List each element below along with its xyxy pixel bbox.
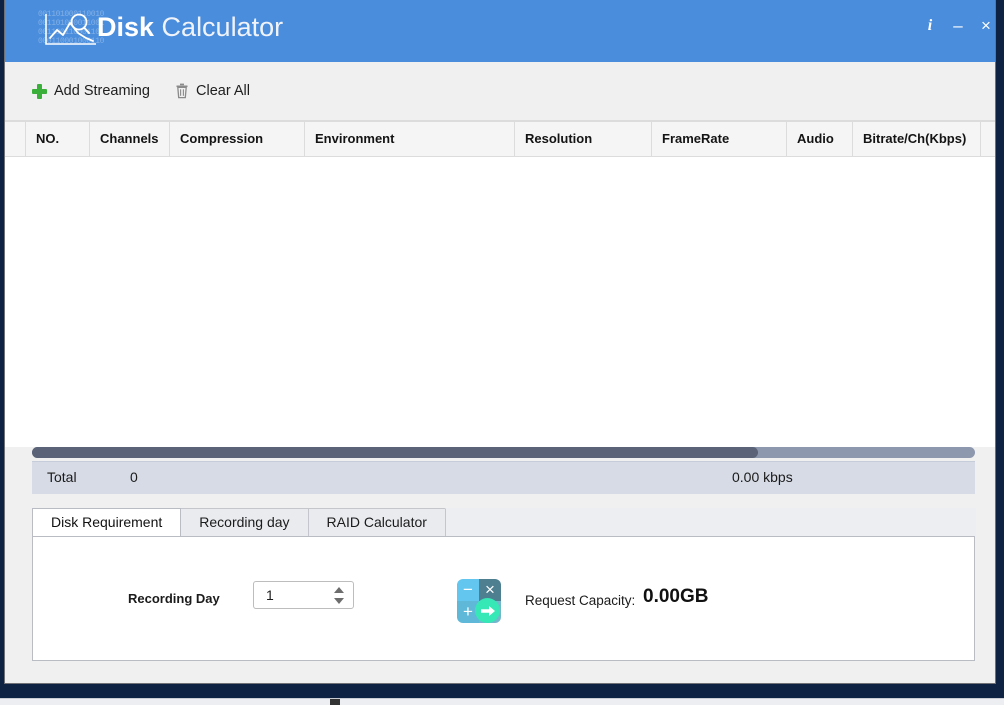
tab-list: Disk Requirement Recording day RAID Calcul… (32, 508, 976, 536)
calc-minus-key: − (457, 579, 479, 601)
close-button[interactable]: × (973, 14, 995, 38)
tab-bar: Disk Requirement Recording day RAID Calcul… (32, 508, 976, 536)
chart-magnifier-logo-icon: 00110100011001000 0011010000110010 00110… (38, 8, 104, 52)
spinner-up-icon[interactable] (334, 587, 344, 593)
info-button[interactable]: i (917, 14, 943, 38)
table-column-header[interactable]: Compression (170, 122, 305, 156)
title-bar: 00110100011001000 0011010000110010 00110… (5, 0, 995, 62)
background-window-sliver: •••• •••••• •••• ••• •••• ••••• ••• ••• … (0, 698, 1004, 705)
recording-day-label: Recording Day (128, 591, 220, 606)
plus-icon (32, 83, 47, 99)
minimize-button[interactable]: – (945, 14, 971, 38)
total-row: Total 0 0.00 kbps (32, 461, 975, 494)
request-capacity-label: Request Capacity: (525, 593, 636, 608)
add-streaming-label: Add Streaming (54, 83, 150, 99)
tab-raid-calculator[interactable]: RAID Calculator (307, 508, 446, 536)
total-channel-count: 0 (130, 469, 138, 485)
background-window-text: •••• •••••• •••• ••• •••• ••••• ••• ••• … (350, 699, 593, 704)
page-title: Disk Calculator (97, 12, 283, 43)
disk-calculator-window: 00110100011001000 0011010000110010 00110… (4, 0, 996, 684)
table-column-header[interactable]: Environment (305, 122, 515, 156)
horizontal-scrollbar[interactable] (32, 447, 975, 458)
recording-day-stepper[interactable] (253, 581, 354, 609)
request-capacity-value: 0.00GB (643, 586, 709, 607)
tab-disk-requirement[interactable]: Disk Requirement (32, 508, 182, 536)
table-header-row: NO. Channels Compression Environment Resolut… (5, 121, 995, 157)
tab-bar-filler (444, 508, 976, 536)
app-title-bold: Disk (97, 12, 155, 42)
disk-requirement-panel: Recording Day − × + Request Capacity: 0. (32, 536, 975, 661)
table-column-header[interactable]: Bitrate/Ch(Kbps) (853, 122, 981, 156)
trash-icon (176, 83, 188, 99)
table-column-header[interactable]: NO. (25, 122, 90, 156)
total-bitrate: 0.00 kbps (732, 469, 793, 485)
spinner-down-icon[interactable] (334, 598, 344, 604)
scrollbar-thumb[interactable] (32, 447, 759, 458)
toolbar: Add Streaming Clear All (5, 62, 995, 121)
calculate-arrow-icon (475, 598, 500, 623)
streaming-table: NO. Channels Compression Environment Resolut… (5, 121, 995, 447)
clear-all-button[interactable]: Clear All (175, 78, 250, 104)
table-body[interactable] (5, 157, 995, 447)
logo-graphic (45, 13, 96, 45)
recording-day-input[interactable] (264, 586, 328, 604)
table-column-header[interactable]: Resolution (515, 122, 652, 156)
arrow-right-glyph (480, 605, 495, 616)
add-streaming-button[interactable]: Add Streaming (32, 78, 150, 104)
total-label: Total (47, 469, 77, 485)
tab-recording-day[interactable]: Recording day (180, 508, 309, 536)
clear-all-label: Clear All (196, 83, 250, 99)
table-column-header[interactable]: Channels (90, 122, 170, 156)
background-window-icon (330, 699, 340, 705)
app-title-light: Calculator (154, 12, 284, 42)
table-column-header[interactable]: Audio (787, 122, 853, 156)
spinner-arrows[interactable] (334, 586, 345, 606)
table-column-header[interactable]: FrameRate (652, 122, 787, 156)
calculate-button[interactable]: − × + (457, 579, 501, 623)
